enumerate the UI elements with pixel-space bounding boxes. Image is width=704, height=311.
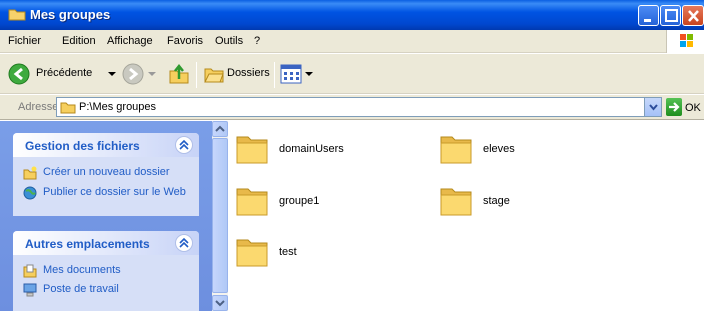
chevron-down-icon — [215, 300, 225, 307]
file-tasks-header[interactable]: Gestion des fichiers — [13, 133, 199, 157]
chevron-up-icon — [179, 139, 189, 150]
views-button[interactable] — [280, 62, 314, 86]
menu-fichier[interactable]: Fichier — [8, 35, 41, 47]
go-arrow-icon — [669, 102, 680, 112]
address-label: Adresse — [18, 101, 59, 113]
views-icon — [280, 64, 302, 84]
folder-icon — [60, 102, 76, 114]
folder-icon — [8, 9, 26, 21]
folder-name: stage — [483, 195, 510, 207]
forward-button[interactable] — [122, 62, 156, 86]
menu-affichage[interactable]: Affichage — [107, 35, 153, 47]
maximize-icon — [665, 9, 678, 22]
chevron-up-icon — [179, 237, 189, 248]
folders-label: Dossiers — [227, 67, 270, 79]
chevron-down-icon — [108, 72, 116, 76]
new-folder-icon — [23, 166, 37, 180]
toolbar: Précédente Dossiers — [0, 54, 704, 94]
folders-icon — [204, 68, 224, 83]
address-dropdown-button[interactable] — [644, 98, 661, 116]
go-label[interactable]: OK — [685, 102, 701, 114]
toolbar-separator — [274, 62, 275, 88]
task-pane-scrollbar[interactable] — [212, 121, 228, 311]
collapse-button[interactable] — [175, 136, 193, 154]
address-bar: Adresse P:\Mes groupes OK — [0, 95, 704, 120]
chevron-down-icon — [148, 72, 156, 76]
place-label: Poste de travail — [43, 283, 119, 295]
folder-name: test — [279, 246, 297, 258]
menu-help[interactable]: ? — [254, 35, 260, 47]
toolbar-separator — [196, 62, 197, 88]
file-tasks-panel: Gestion des fichiers Créer un nouveau do… — [13, 133, 199, 216]
folder-icon — [236, 239, 268, 267]
folders-button[interactable]: Dossiers — [204, 62, 272, 86]
folder-icon — [236, 136, 268, 164]
task-label: Créer un nouveau dossier — [43, 166, 170, 178]
windows-logo-icon — [666, 30, 704, 53]
title-bar[interactable]: Mes groupes — [0, 0, 704, 30]
menu-outils[interactable]: Outils — [215, 35, 243, 47]
scroll-up-button[interactable] — [212, 121, 228, 137]
file-list-view[interactable]: domainUsers eleves groupe1 stage test — [229, 121, 704, 311]
menu-bar: Fichier Edition Affichage Favoris Outils… — [0, 30, 704, 53]
address-value: P:\Mes groupes — [79, 101, 157, 113]
publish-web-icon — [23, 186, 37, 200]
folder-name: eleves — [483, 143, 515, 155]
task-label: Publier ce dossier sur le Web — [43, 186, 186, 198]
folder-icon — [236, 188, 268, 216]
task-pane: Gestion des fichiers Créer un nouveau do… — [0, 121, 212, 311]
folder-name: groupe1 — [279, 195, 320, 207]
address-input[interactable]: P:\Mes groupes — [56, 97, 662, 117]
back-button[interactable]: Précédente — [8, 62, 116, 86]
other-places-header[interactable]: Autres emplacements — [13, 231, 199, 255]
window-title: Mes groupes — [30, 7, 111, 22]
chevron-down-icon — [649, 104, 658, 111]
folder-icon — [440, 188, 472, 216]
chevron-up-icon — [215, 125, 225, 132]
minimize-icon — [644, 19, 651, 22]
back-arrow-icon — [8, 63, 30, 85]
folder-icon — [440, 136, 472, 164]
maximize-button[interactable] — [660, 5, 681, 26]
close-icon — [688, 10, 699, 22]
menu-edition[interactable]: Edition — [62, 35, 96, 47]
forward-arrow-icon — [122, 63, 144, 85]
minimize-button[interactable] — [638, 5, 659, 26]
go-button[interactable] — [666, 98, 682, 116]
chevron-down-icon — [305, 72, 313, 76]
panel-title: Gestion des fichiers — [25, 139, 140, 153]
close-button[interactable] — [682, 5, 704, 26]
back-label: Précédente — [36, 67, 93, 79]
scroll-thumb[interactable] — [212, 138, 228, 293]
menu-favoris[interactable]: Favoris — [167, 35, 203, 47]
my-computer-icon — [23, 283, 37, 297]
other-places-panel: Autres emplacements Mes documents Poste … — [13, 231, 199, 311]
folder-name: domainUsers — [279, 143, 344, 155]
collapse-button[interactable] — [175, 234, 193, 252]
panel-title: Autres emplacements — [25, 237, 150, 251]
place-label: Mes documents — [43, 264, 121, 276]
my-documents-icon — [23, 264, 37, 278]
up-folder-icon — [169, 63, 189, 84]
up-folder-button[interactable] — [168, 62, 192, 86]
scroll-down-button[interactable] — [212, 295, 228, 311]
